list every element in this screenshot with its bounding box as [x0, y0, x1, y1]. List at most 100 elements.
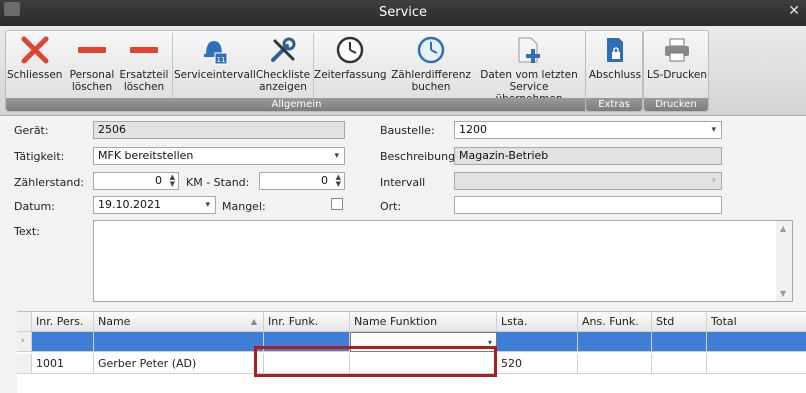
text-scrollbar[interactable]: ▲ ▼: [776, 221, 792, 301]
daten-label-1: Daten vom letzten: [480, 69, 578, 81]
title-bar: Service ✕: [0, 0, 806, 26]
document-plus-icon: [518, 37, 540, 63]
km-stand-stepper[interactable]: 0 ▲ ▼: [259, 172, 345, 190]
checkliste-label-2: anzeigen: [259, 81, 307, 93]
new-row-ans-funk[interactable]: [578, 332, 652, 352]
intervall-label: Intervall: [380, 176, 426, 189]
col-name-label: Name: [98, 315, 131, 328]
cell-std[interactable]: [652, 354, 707, 374]
group-label-extras: Extras: [586, 98, 642, 111]
ort-label: Ort:: [380, 200, 402, 213]
cell-ans-funk[interactable]: [578, 354, 652, 374]
schliessen-label: Schliessen: [7, 69, 63, 81]
close-window-icon[interactable]: ✕: [788, 3, 800, 19]
zeiterfassung-button[interactable]: Zeiterfassung: [314, 31, 387, 99]
schliessen-button[interactable]: Schliessen: [7, 31, 62, 99]
col-inr-pers[interactable]: Inr. Pers.: [32, 312, 94, 332]
window-title: Service: [378, 5, 428, 20]
ersatzteil-loeschen-button[interactable]: Ersatzteil löschen: [118, 31, 170, 99]
mangel-checkbox[interactable]: [331, 198, 343, 210]
baustelle-label: Baustelle:: [380, 124, 435, 137]
minus-icon: [130, 47, 158, 53]
zaehler-label-2: buchen: [411, 81, 451, 93]
col-inr-funk[interactable]: Inr. Funk.: [264, 312, 350, 332]
calendar-bell-icon: 11: [204, 41, 228, 65]
cell-lsta[interactable]: 520: [497, 354, 578, 374]
zaehlerstand-value: 0: [155, 174, 162, 187]
wrench-screwdriver-icon: [271, 37, 296, 62]
ribbon: Schliessen Personal löschen Ersatzteil l…: [0, 26, 806, 116]
ersatzteil-label-1: Ersatzteil: [119, 69, 169, 81]
abschluss-label: Abschluss: [588, 69, 642, 81]
new-row-lsta[interactable]: [497, 332, 578, 352]
checkliste-label-1: Checkliste: [255, 69, 311, 81]
ort-field[interactable]: [454, 196, 722, 214]
intervall-select[interactable]: [454, 172, 722, 190]
close-x-icon: [21, 36, 48, 64]
sort-asc-icon: ▲: [250, 317, 257, 326]
document-lock-icon: [607, 38, 623, 62]
personal-loeschen-button[interactable]: Personal löschen: [66, 31, 118, 99]
grid-header-row: Inr. Pers. Name ▲ Inr. Funk. Name Funktio…: [17, 312, 806, 332]
abschluss-button[interactable]: Abschluss: [587, 31, 643, 99]
beschreibung-field[interactable]: Magazin-Betrieb: [454, 147, 722, 165]
new-row-inr-pers[interactable]: [32, 332, 94, 352]
highlight-box: [254, 346, 497, 377]
zaehlerstand-label: Zählerstand:: [14, 176, 85, 189]
svg-text:11: 11: [217, 56, 226, 64]
km-stand-label: KM - Stand:: [186, 176, 250, 189]
cell-name[interactable]: Gerber Peter (AD): [94, 354, 264, 374]
new-row-std[interactable]: [652, 332, 707, 352]
col-ans-funk[interactable]: Ans. Funk.: [578, 312, 652, 332]
scroll-down-icon[interactable]: ▼: [780, 289, 786, 298]
personal-label-2: löschen: [71, 81, 113, 93]
text-area[interactable]: ▲ ▼: [93, 220, 793, 302]
personal-label-1: Personal: [69, 69, 115, 81]
ls-drucken-button[interactable]: LS-Drucken: [645, 31, 709, 99]
row-indicator-arrow-icon: ›: [17, 332, 32, 352]
col-name-funktion[interactable]: Name Funktion: [350, 312, 497, 332]
clock-blue-icon: [417, 36, 445, 64]
taetigkeit-select[interactable]: MFK bereitstellen: [93, 147, 345, 165]
minus-icon: [78, 47, 106, 53]
zaehler-label-1: Zählerdifferenz: [391, 69, 471, 81]
new-row-total[interactable]: [707, 332, 806, 352]
ersatzteil-label-2: löschen: [123, 81, 165, 93]
group-label-drucken: Drucken: [644, 98, 708, 111]
col-std[interactable]: Std: [652, 312, 707, 332]
printer-icon: [665, 38, 689, 62]
checkliste-anzeigen-button[interactable]: Checkliste anzeigen: [254, 31, 312, 99]
zaehlerstand-stepper[interactable]: 0 ▲ ▼: [93, 172, 179, 190]
spin-arrows-icon[interactable]: ▲ ▼: [336, 174, 341, 188]
geraet-field[interactable]: 2506: [93, 121, 345, 139]
datum-picker[interactable]: 19.10.2021: [93, 196, 216, 214]
row-indicator-header: [17, 312, 32, 332]
text-label: Text:: [14, 225, 40, 238]
cell-total[interactable]: [707, 354, 806, 374]
col-name[interactable]: Name ▲: [94, 312, 264, 332]
zeiterfassung-label: Zeiterfassung: [314, 69, 387, 81]
cell-inr-pers[interactable]: 1001: [32, 354, 94, 374]
group-label-allgemein: Allgemein: [6, 98, 587, 111]
beschreibung-label: Beschreibung: [380, 150, 456, 163]
baustelle-select[interactable]: 1200: [454, 121, 722, 139]
serviceintervall-button[interactable]: 11 Serviceintervall: [174, 31, 256, 99]
group-drucken: LS-Drucken Drucken: [643, 30, 709, 112]
geraet-label: Gerät:: [14, 124, 49, 137]
km-stand-value: 0: [321, 174, 328, 187]
daten-uebernehmen-button[interactable]: Daten vom letzten Service übernehmen: [476, 31, 582, 105]
zaehlerdifferenz-buchen-button[interactable]: Zählerdifferenz buchen: [388, 31, 474, 99]
scroll-up-icon[interactable]: ▲: [780, 224, 786, 233]
new-row-name[interactable]: [94, 332, 264, 352]
spin-arrows-icon[interactable]: ▲ ▼: [170, 174, 175, 188]
ls-drucken-label: LS-Drucken: [647, 69, 707, 81]
datum-label: Datum:: [14, 200, 55, 213]
serviceintervall-label: Serviceintervall: [174, 69, 256, 81]
col-lsta[interactable]: Lsta.: [497, 312, 578, 332]
group-extras: Abschluss Extras: [585, 30, 643, 112]
clock-icon: [336, 36, 364, 64]
group-allgemein: Schliessen Personal löschen Ersatzteil l…: [5, 30, 588, 112]
row-indicator: [17, 354, 32, 374]
col-total[interactable]: Total: [707, 312, 806, 332]
taetigkeit-label: Tätigkeit:: [14, 150, 65, 163]
